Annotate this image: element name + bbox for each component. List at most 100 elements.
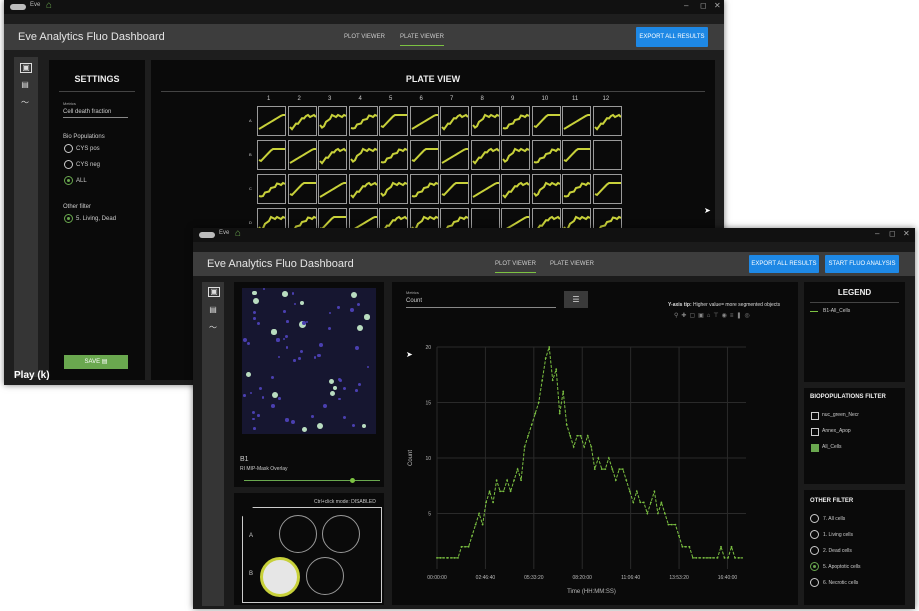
plate-column-label: 11 xyxy=(572,96,579,102)
radio-necrotic-cells[interactable] xyxy=(810,578,819,587)
plate-well-cell[interactable] xyxy=(257,174,286,204)
close-icon[interactable]: ✕ xyxy=(903,229,910,238)
plate-well-cell[interactable] xyxy=(287,174,317,204)
bio-radio-cys-neg[interactable] xyxy=(64,160,73,169)
data-point xyxy=(495,479,498,482)
tab-plot-viewer[interactable]: PLOT VIEWER xyxy=(344,34,385,40)
plate-well-cell[interactable] xyxy=(592,106,622,136)
plate-well-cell[interactable] xyxy=(348,140,378,170)
plate-well-cell[interactable] xyxy=(592,140,622,170)
export-all-results-button[interactable]: EXPORT ALL RESULTS xyxy=(749,255,819,273)
plate-well-cell[interactable] xyxy=(409,106,439,136)
plate-well-cell[interactable] xyxy=(440,140,469,170)
maximize-icon[interactable]: ◻ xyxy=(889,229,896,238)
checkbox-all-cells[interactable] xyxy=(811,444,819,452)
plate-well-cell[interactable] xyxy=(379,140,408,170)
data-point xyxy=(565,423,568,426)
plate-well-cell[interactable] xyxy=(348,174,378,204)
radio-all-cells[interactable] xyxy=(810,514,819,523)
well-trace xyxy=(319,182,346,198)
image-view-icon[interactable]: ▣ xyxy=(20,63,32,73)
other-radio-living-dead[interactable] xyxy=(64,214,73,223)
save-button[interactable]: SAVE ▤ xyxy=(64,355,128,369)
plate-well-cell[interactable] xyxy=(562,140,591,170)
plate-column-label: 4 xyxy=(358,96,362,102)
plate-well-cell[interactable] xyxy=(501,140,530,170)
maximize-icon[interactable]: ◻ xyxy=(700,1,707,10)
plate-well-cell[interactable] xyxy=(470,140,500,170)
plate-well-cell[interactable] xyxy=(531,106,561,136)
plate-well-cell[interactable] xyxy=(379,106,408,136)
bio-filter-title: BIOPOPULATIONS FILTER xyxy=(810,394,886,400)
plate-well-cell[interactable] xyxy=(440,174,469,204)
tab-plate-viewer[interactable]: PLATE VIEWER xyxy=(400,34,444,46)
checkbox-annex-apop[interactable] xyxy=(811,428,819,436)
data-point xyxy=(544,357,547,359)
plate-well-cell[interactable] xyxy=(531,174,561,204)
plate-well-cell[interactable] xyxy=(470,106,500,136)
other-filter-option: 7. All cells xyxy=(823,516,846,522)
chart-view-icon[interactable]: 〜 xyxy=(208,324,218,332)
plate-well-cell[interactable] xyxy=(287,106,317,136)
export-all-results-button[interactable]: EXPORT ALL RESULTS xyxy=(636,27,708,47)
radio-living-cells[interactable] xyxy=(810,530,819,539)
metrics-select[interactable]: Cell death fraction xyxy=(63,109,128,118)
well-trace xyxy=(533,114,560,129)
data-point xyxy=(639,501,642,504)
plate-well-cell[interactable] xyxy=(562,174,591,204)
plate-well-cell[interactable] xyxy=(592,174,622,204)
well-b1-selected[interactable] xyxy=(260,557,300,597)
data-point xyxy=(635,490,638,493)
plate-well-cell[interactable] xyxy=(257,140,286,170)
data-point xyxy=(657,512,659,515)
plate-well-cell[interactable] xyxy=(348,106,378,136)
start-fluo-analysis-button[interactable]: START FLUO ANALYSIS xyxy=(825,255,899,273)
other-filter-title: OTHER FILTER xyxy=(810,498,854,504)
count-chart[interactable]: 5 10 15 20 00:00:00 02:46:40 05:33:20 08:20:00 1… xyxy=(392,282,798,605)
data-point xyxy=(569,434,572,437)
plate-well-cell[interactable] xyxy=(257,106,286,136)
plate-well-cell[interactable] xyxy=(409,140,439,170)
plate-well-cell[interactable] xyxy=(440,106,469,136)
minimize-icon[interactable]: – xyxy=(875,229,879,238)
plate-well-cell[interactable] xyxy=(379,174,408,204)
save-view-icon[interactable]: ▤ xyxy=(208,306,218,314)
plate-view-title: PLATE VIEW xyxy=(405,74,461,84)
bio-radio-all[interactable] xyxy=(64,176,73,185)
image-view-icon[interactable]: ▣ xyxy=(208,287,220,297)
cell-nucleus-blue xyxy=(246,342,250,346)
chart-view-icon[interactable]: 〜 xyxy=(20,99,30,107)
tab-plot-viewer[interactable]: PLOT VIEWER xyxy=(495,261,536,273)
plate-well-cell[interactable] xyxy=(318,174,347,204)
plate-well-cell[interactable] xyxy=(318,140,347,170)
microscopy-image[interactable] xyxy=(242,288,376,434)
well-a2[interactable] xyxy=(322,515,360,553)
home-icon[interactable]: ⌂ xyxy=(235,228,241,239)
legend-entry[interactable]: B1-All_Cells xyxy=(823,308,850,314)
overlay-slider[interactable] xyxy=(244,478,380,483)
plate-well-cell[interactable] xyxy=(562,106,591,136)
save-label: SAVE xyxy=(84,359,101,365)
plate-well-cell[interactable] xyxy=(318,106,347,136)
slider-thumb[interactable] xyxy=(350,478,355,483)
data-point xyxy=(706,557,708,559)
well-a1[interactable] xyxy=(279,515,317,553)
checkbox-nuc-green-necr[interactable] xyxy=(811,412,819,420)
plate-well-cell[interactable] xyxy=(409,174,439,204)
plate-well-cell[interactable] xyxy=(501,106,530,136)
save-view-icon[interactable]: ▤ xyxy=(20,81,30,89)
radio-apoptotic-cells[interactable] xyxy=(810,562,819,571)
well-trace xyxy=(471,182,499,198)
plate-well-cell[interactable] xyxy=(501,174,530,204)
plate-well-cell[interactable] xyxy=(287,140,317,170)
minimize-icon[interactable]: – xyxy=(684,1,688,10)
close-icon[interactable]: ✕ xyxy=(714,1,721,10)
plate-well-cell[interactable] xyxy=(531,140,561,170)
home-icon[interactable]: ⌂ xyxy=(46,0,52,11)
radio-dead-cells[interactable] xyxy=(810,546,819,555)
cell-nucleus-green xyxy=(329,391,335,397)
tab-plate-viewer[interactable]: PLATE VIEWER xyxy=(550,261,594,267)
plate-well-cell[interactable] xyxy=(470,174,500,204)
bio-radio-cys-pos[interactable] xyxy=(64,144,73,153)
well-b2[interactable] xyxy=(306,557,344,595)
